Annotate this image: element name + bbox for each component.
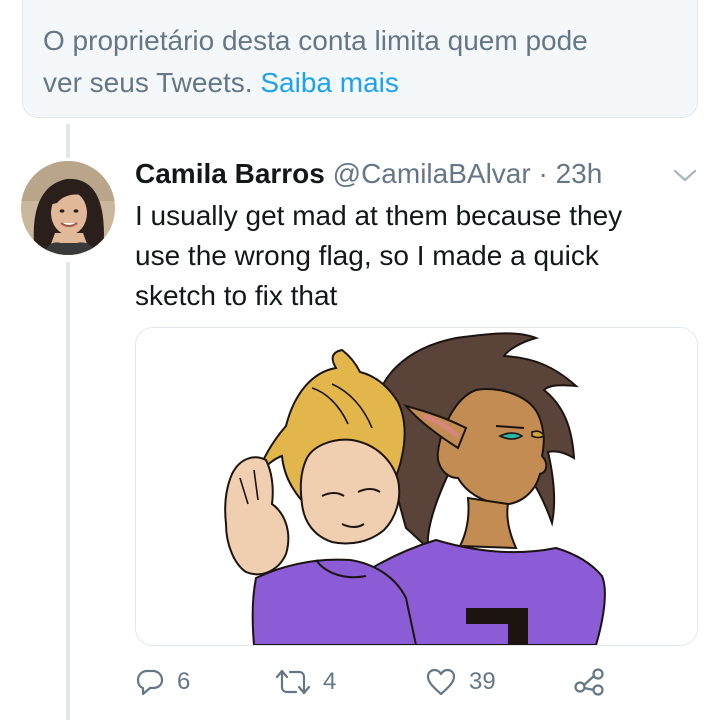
notice-line-1: O proprietário desta conta limita quem p… xyxy=(43,25,588,56)
tweet-text-line: use the wrong flag, so I made a quick xyxy=(135,240,599,271)
retweet-count: 4 xyxy=(323,668,337,695)
tweet-text-line: I usually get mad at them because they xyxy=(135,200,623,231)
share-icon xyxy=(574,668,604,696)
tweet-options-button[interactable] xyxy=(671,165,699,185)
notice-line-2-text: ver seus Tweets. xyxy=(43,67,253,98)
avatar[interactable] xyxy=(21,161,115,255)
chevron-down-icon xyxy=(673,169,697,182)
tweet-time[interactable]: 23h xyxy=(556,158,603,189)
heart-icon xyxy=(426,668,456,696)
like-count: 39 xyxy=(469,668,496,695)
tweet-text-line: sketch to fix that xyxy=(135,280,338,311)
avatar-photo xyxy=(21,161,115,255)
like-button[interactable]: 39 xyxy=(425,660,496,704)
retweet-button[interactable]: 4 xyxy=(275,660,336,704)
thread-line-bottom xyxy=(66,262,70,720)
notice-line-2: ver seus Tweets. Saiba mais xyxy=(43,62,677,104)
meta-separator: · xyxy=(538,158,548,189)
reply-count: 6 xyxy=(177,668,191,695)
thread-line-top xyxy=(66,124,70,158)
share-button[interactable] xyxy=(573,660,605,704)
learn-more-link[interactable]: Saiba mais xyxy=(260,67,399,98)
sketch-illustration xyxy=(136,328,697,645)
retweet-icon xyxy=(275,669,311,695)
reply-icon xyxy=(136,669,164,696)
protected-tweets-notice: O proprietário desta conta limita quem p… xyxy=(22,0,698,118)
reply-button[interactable]: 6 xyxy=(135,660,190,704)
tweet-actions: 6 4 39 xyxy=(135,660,695,704)
author-handle[interactable]: @CamilaBAlvar xyxy=(333,158,531,189)
author-name[interactable]: Camila Barros xyxy=(135,158,325,189)
tweet-header: Camila Barros @CamilaBAlvar · 23h xyxy=(135,154,602,194)
tweet-media[interactable] xyxy=(135,327,698,646)
tweet-text: I usually get mad at them because they u… xyxy=(135,196,695,316)
